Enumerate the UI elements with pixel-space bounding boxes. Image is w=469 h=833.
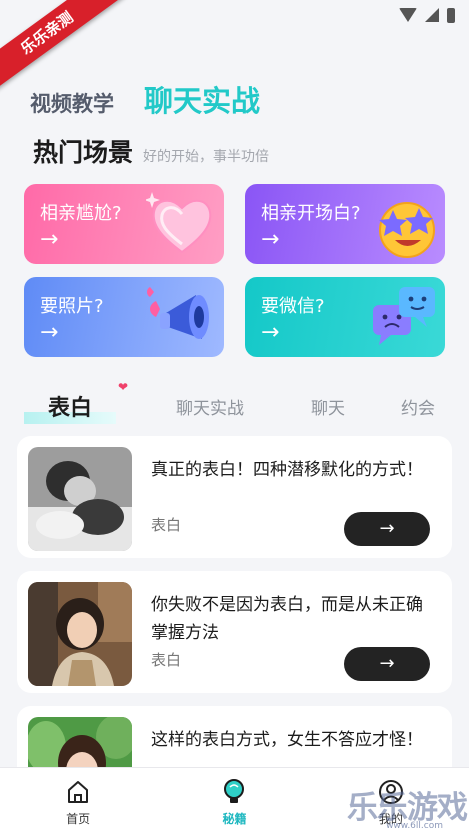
category-tab-dating[interactable]: 约会 <box>398 394 438 419</box>
nav-tips[interactable]: 秘籍 <box>156 768 312 833</box>
category-tabs: 表白 ❤ 聊天实战 聊天 约会 <box>24 380 454 424</box>
article-title: 你失败不是因为表白，而是从未正确掌握方法 <box>151 595 423 643</box>
read-more-button[interactable]: → <box>344 512 430 546</box>
scene-card-ask-photo[interactable]: 要照片? → <box>24 277 224 357</box>
article-title: 这样的表白方式，女生不答应才怪！ <box>151 730 423 750</box>
article-title: 真正的表白！四种潜移默化的方式！ <box>151 460 423 480</box>
article-tag: 表白 <box>151 516 182 534</box>
chat-bubbles-icon <box>373 287 435 345</box>
battery-icon <box>447 7 455 23</box>
heart-icon: ❤ <box>117 380 128 394</box>
tab-chat-practice[interactable]: 聊天实战 <box>144 78 260 120</box>
heart-icon <box>146 192 212 254</box>
article-card[interactable]: 你失败不是因为表白，而是从未正确掌握方法 表白 → <box>17 571 452 693</box>
article-thumbnail <box>28 582 132 686</box>
section-title: 热门场景 <box>33 138 134 167</box>
category-tab-confession[interactable]: 表白 ❤ <box>24 380 128 424</box>
wifi-icon <box>399 8 417 22</box>
hot-scenes-header: 热门场景 好的开始，事半功倍 <box>33 133 269 169</box>
signal-icon <box>425 8 439 22</box>
home-icon <box>68 781 89 803</box>
nav-label: 首页 <box>66 812 91 826</box>
article-thumbnail <box>28 447 132 551</box>
read-more-button[interactable]: → <box>344 647 430 681</box>
scene-card-opening-line[interactable]: 相亲开场白? → <box>245 184 445 264</box>
star-eyes-emoji-icon <box>379 202 435 258</box>
scene-card-ask-wechat[interactable]: 要微信? → <box>245 277 445 357</box>
scene-card-awkward[interactable]: 相亲尴尬? → <box>24 184 224 264</box>
tab-video-tutorial[interactable]: 视频教学 <box>30 88 114 118</box>
article-tag: 表白 <box>151 651 182 669</box>
nav-home[interactable]: 首页 <box>0 768 156 833</box>
category-label: 表白 <box>47 396 92 421</box>
megaphone-icon <box>147 287 209 339</box>
lightbulb-icon <box>224 779 245 803</box>
category-tab-chat[interactable]: 聊天 <box>308 394 348 419</box>
top-tabs: 视频教学 聊天实战 <box>30 78 260 120</box>
nav-label: 秘籍 <box>222 812 247 826</box>
watermark-url: www.6ll.com <box>386 821 443 831</box>
section-subtitle: 好的开始，事半功倍 <box>143 149 270 165</box>
article-card[interactable]: 真正的表白！四种潜移默化的方式！ 表白 → <box>17 436 452 558</box>
arrow-right-icon: → <box>379 518 395 539</box>
arrow-right-icon: → <box>379 653 395 674</box>
category-tab-chat-practice[interactable]: 聊天实战 <box>162 394 258 419</box>
